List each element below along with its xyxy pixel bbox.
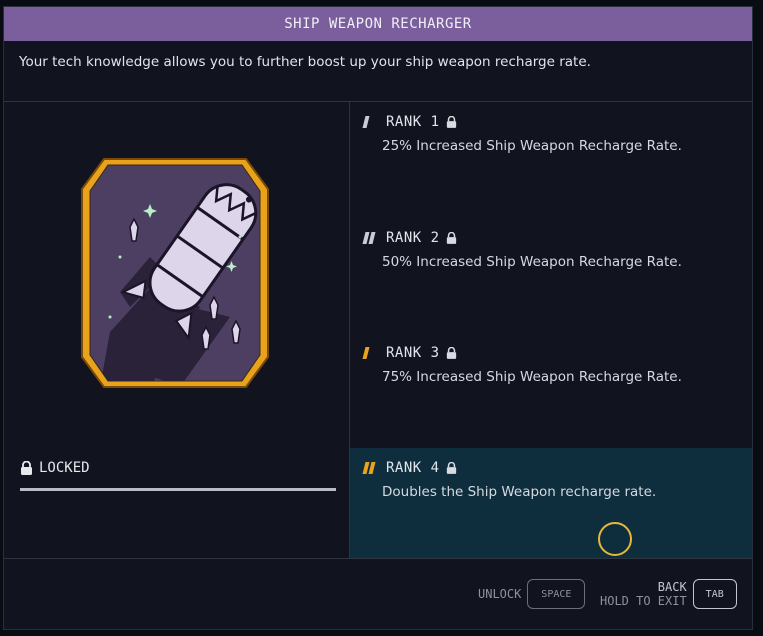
rank-description: 50% Increased Ship Weapon Recharge Rate. [382,254,682,270]
title-bar: SHIP WEAPON RECHARGER [4,7,752,41]
divider-bottom [4,558,752,559]
locked-status: LOCKED [20,460,90,476]
lock-icon [446,232,456,244]
exit-label: HOLD TO EXIT [600,594,687,608]
rank-description: 75% Increased Ship Weapon Recharge Rate. [382,369,682,385]
lock-icon [21,461,32,475]
rank-label: RANK 2 [386,230,440,246]
panel-title: SHIP WEAPON RECHARGER [284,16,472,32]
skill-panel: SHIP WEAPON RECHARGER Your tech knowledg… [3,6,753,630]
rank-label: RANK 1 [386,114,440,130]
space-key[interactable]: SPACE [527,579,586,609]
rank-1-pips-icon [362,116,380,128]
tab-key[interactable]: TAB [692,579,737,609]
unlock-label: UNLOCK [478,587,522,601]
rank-row-3[interactable]: RANK 3 75% Increased Ship Weapon Recharg… [350,333,752,448]
rank-2-pips-icon [362,232,380,244]
rank-label: RANK 3 [386,345,440,361]
skill-description: Your tech knowledge allows you to furthe… [19,54,591,70]
rank-description: 25% Increased Ship Weapon Recharge Rate. [382,138,682,154]
rank-label: RANK 4 [386,460,440,476]
rank-row-1[interactable]: RANK 1 25% Increased Ship Weapon Recharg… [350,102,752,217]
unlock-button[interactable]: UNLOCK SPACE [478,579,586,609]
locked-label: LOCKED [39,460,90,476]
rank-row-4[interactable]: RANK 4 Doubles the Ship Weapon recharge … [350,448,752,558]
back-label: BACK [657,580,687,594]
back-button[interactable]: BACK HOLD TO EXIT TAB [600,579,737,609]
rank-3-pips-icon [362,347,380,359]
rank-4-pips-icon [362,462,380,474]
rank-description: Doubles the Ship Weapon recharge rate. [382,484,657,500]
cursor-ring [598,522,632,556]
lock-icon [446,347,456,359]
lock-icon [446,462,456,474]
progress-bar [20,488,336,491]
skill-badge-icon [81,158,269,388]
lock-icon [446,116,456,128]
rank-row-2[interactable]: RANK 2 50% Increased Ship Weapon Recharg… [350,217,752,333]
